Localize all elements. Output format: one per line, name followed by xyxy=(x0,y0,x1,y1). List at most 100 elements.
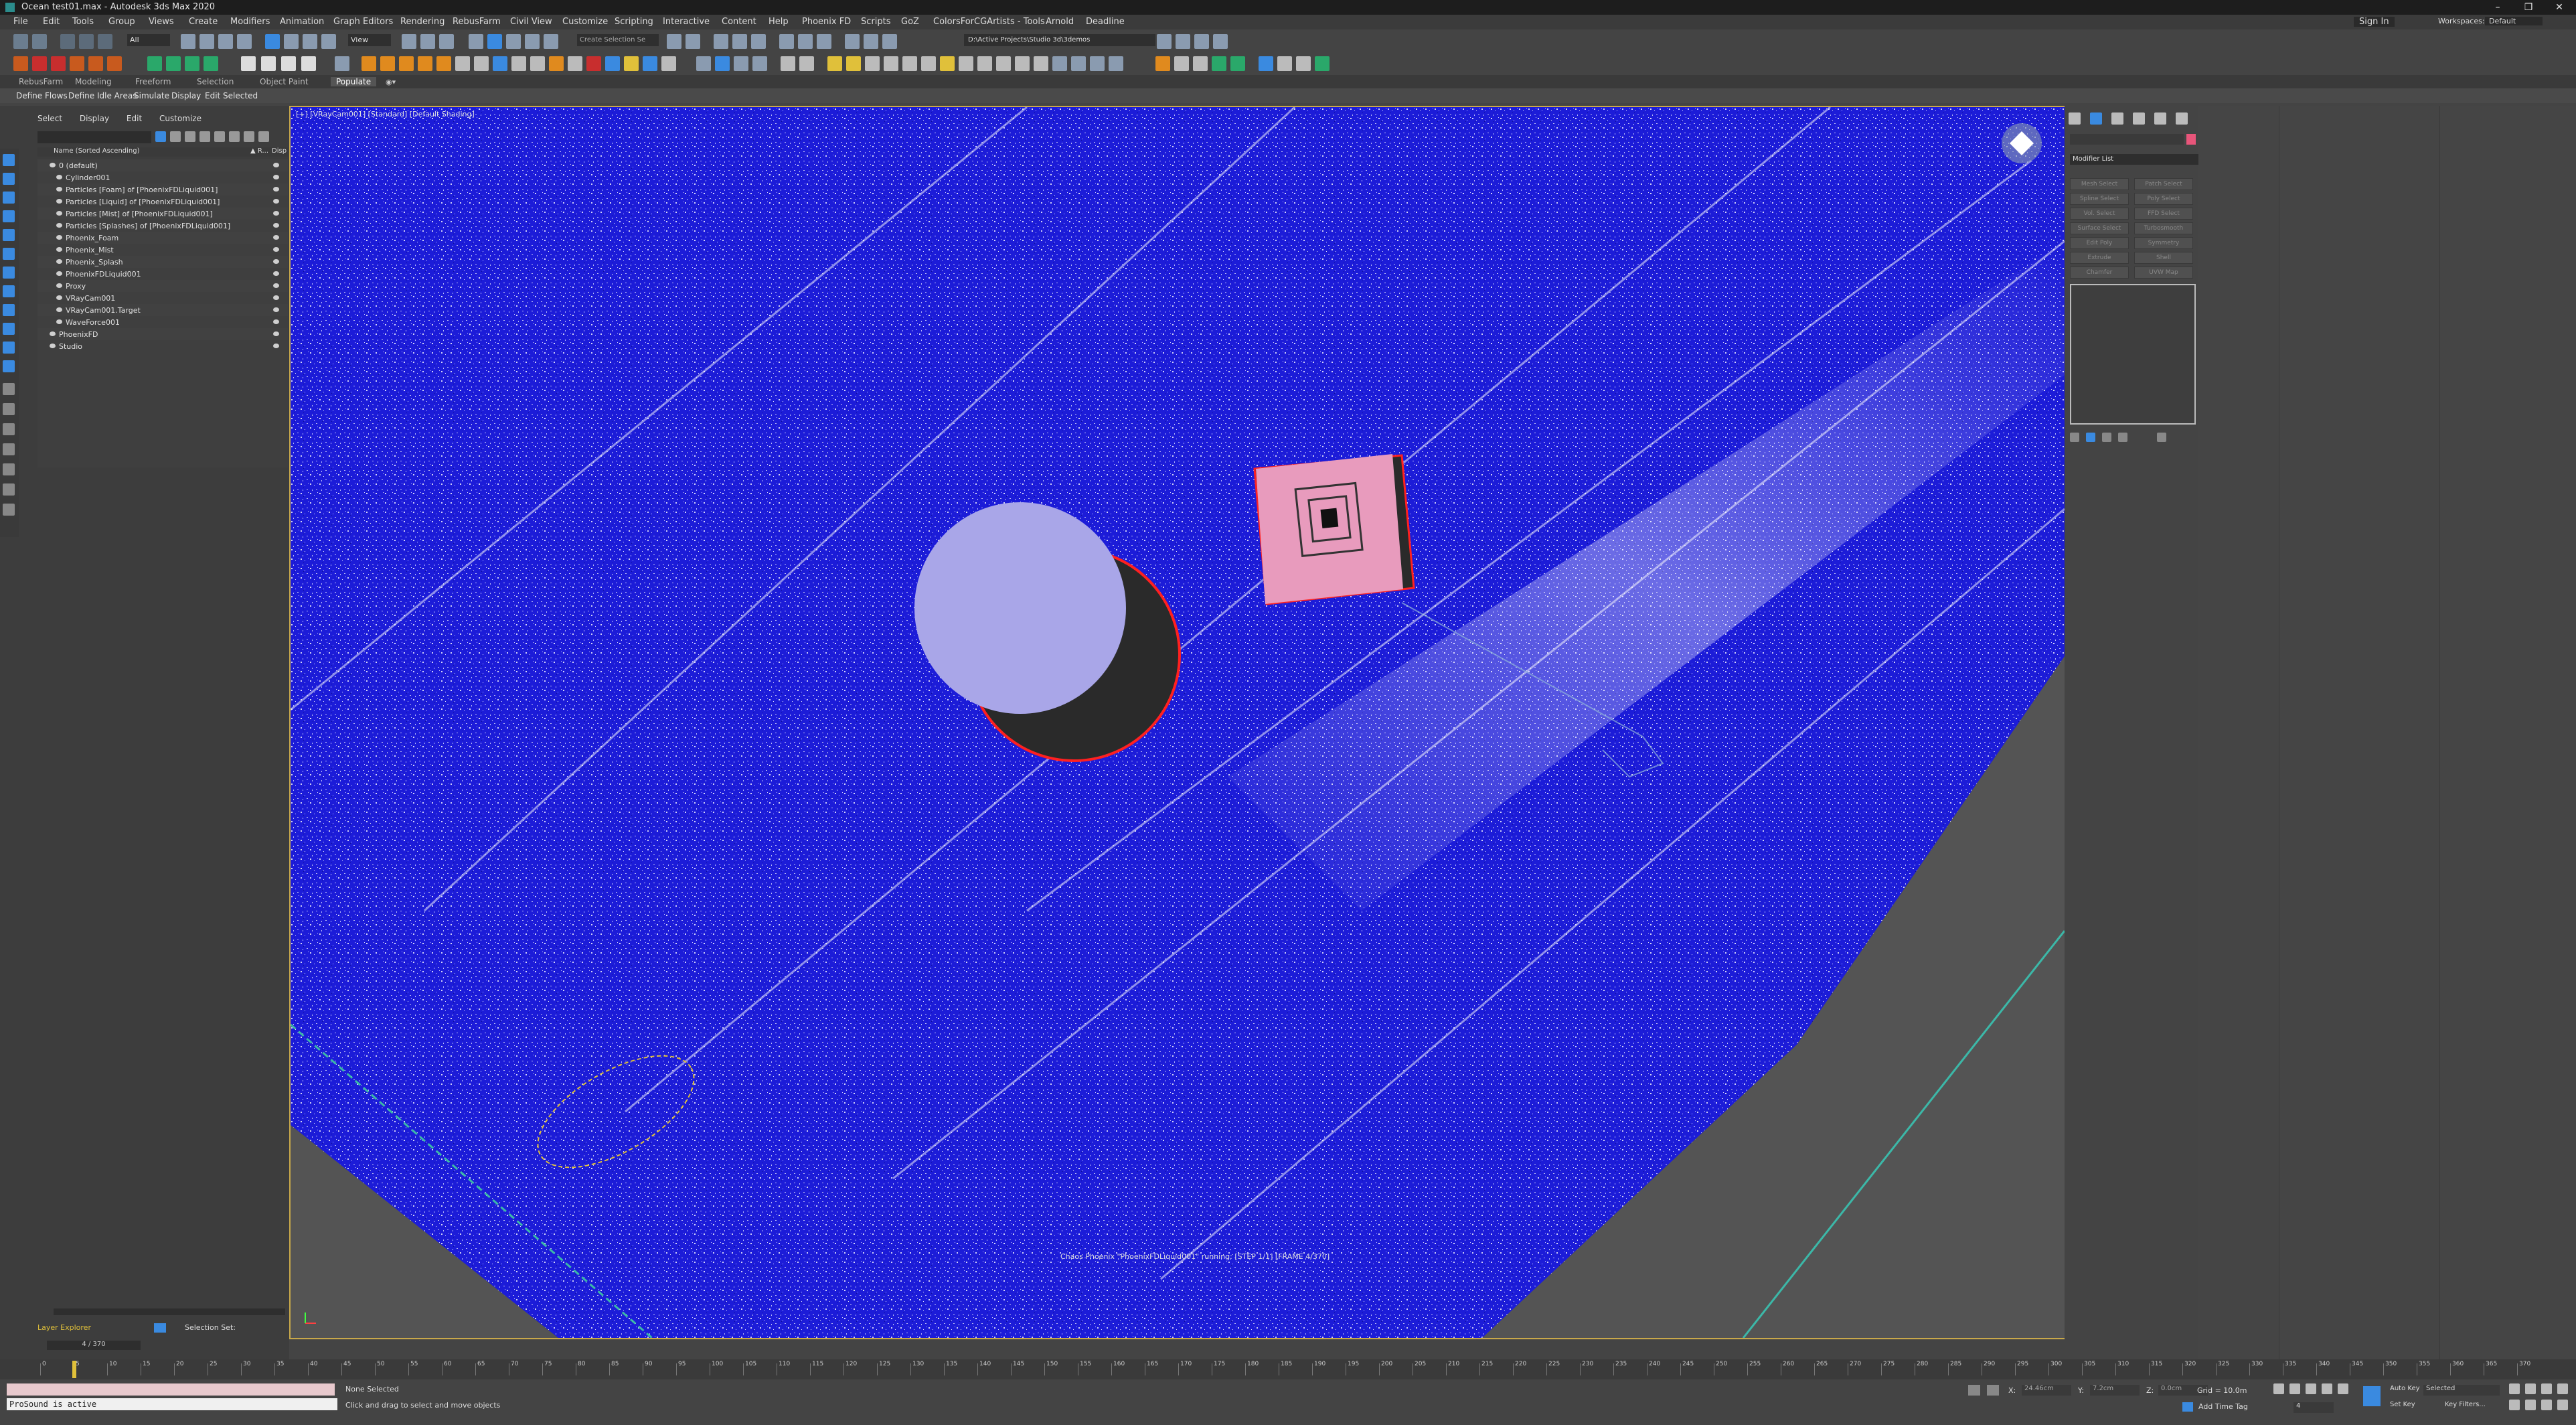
scene-list-item[interactable]: Particles [Foam] of [PhoenixFDLiquid001] xyxy=(37,183,288,196)
atmosphere-icon[interactable] xyxy=(996,56,1011,71)
add-time-tag-button[interactable]: Add Time Tag xyxy=(2198,1402,2248,1411)
layer-explorer-label[interactable]: Layer Explorer xyxy=(37,1323,91,1332)
reference-coord-dropdown[interactable]: View xyxy=(348,34,391,46)
visibility-eye-icon[interactable] xyxy=(56,259,62,264)
toggle-ribbon-icon[interactable] xyxy=(751,34,766,49)
viewport[interactable]: [+] [VRayCam001] [Standard] [Default Sha… xyxy=(289,106,2066,1339)
select-manipulate-icon[interactable] xyxy=(420,34,435,49)
scene-list-item[interactable]: Studio xyxy=(37,340,288,352)
splash-preset-icon[interactable] xyxy=(493,56,507,71)
link-icon[interactable] xyxy=(60,34,75,49)
maximize-button[interactable]: ❐ xyxy=(2513,0,2544,15)
create-tab-icon[interactable] xyxy=(2069,112,2081,125)
menu-goz[interactable]: GoZ xyxy=(901,17,919,27)
menu-views[interactable]: Views xyxy=(149,17,174,27)
geometry-icon[interactable] xyxy=(799,56,814,71)
angle-snap-icon[interactable] xyxy=(487,34,502,49)
zoom-all-icon[interactable] xyxy=(2525,1383,2536,1394)
sign-in-button[interactable]: Sign In xyxy=(2354,17,2395,27)
timeline[interactable]: 0 5 10 15 20 25 30 35 40 45 50 55 60 65 70 75 80 85 90 95 10… xyxy=(0,1359,2576,1379)
maximize-viewport-icon[interactable] xyxy=(2557,1400,2568,1410)
toggle-scene-explorer-icon[interactable] xyxy=(714,34,728,49)
selection-filter-dropdown[interactable]: All xyxy=(127,34,170,46)
hierarchy-tab-icon[interactable] xyxy=(2111,112,2123,125)
scale-icon[interactable] xyxy=(303,34,317,49)
show-end-result-icon[interactable] xyxy=(2086,433,2095,442)
sky-icon[interactable] xyxy=(959,56,973,71)
render-last-icon[interactable] xyxy=(1213,34,1228,49)
scene-list-item[interactable]: Phoenix_Foam xyxy=(37,232,288,244)
visibility-eye-icon[interactable] xyxy=(56,283,62,288)
spinner-snap-icon[interactable] xyxy=(525,34,540,49)
menu-create[interactable]: Create xyxy=(189,17,218,27)
display-toggle-icon[interactable] xyxy=(273,331,279,336)
display-containers-icon[interactable] xyxy=(3,383,15,395)
display-geometry-icon[interactable] xyxy=(3,210,15,222)
define-idle-areas-button[interactable]: Define Idle Areas xyxy=(68,91,137,100)
curve-editor-icon[interactable] xyxy=(779,34,794,49)
mini-frame-counter[interactable]: 4 / 370 xyxy=(47,1341,141,1350)
visibility-eye-icon[interactable] xyxy=(50,344,56,348)
boat-preset-icon[interactable] xyxy=(643,56,657,71)
display-toggle-icon[interactable] xyxy=(273,235,279,240)
absolute-mode-icon[interactable] xyxy=(1987,1385,1999,1396)
place-icon[interactable] xyxy=(321,34,336,49)
workspace-dropdown[interactable]: Default xyxy=(2485,17,2543,25)
display-helpers-icon[interactable] xyxy=(3,285,15,297)
phoenix-fire-icon[interactable] xyxy=(147,56,162,71)
project-folder-icon[interactable] xyxy=(1157,34,1172,49)
explosion-preset-icon[interactable] xyxy=(399,56,414,71)
menu-content[interactable]: Content xyxy=(722,17,756,27)
close-button[interactable]: ✕ xyxy=(2544,0,2575,15)
play-animation-icon[interactable] xyxy=(2306,1383,2316,1394)
display-bones-icon[interactable] xyxy=(3,360,15,372)
filter-geometry-icon[interactable] xyxy=(170,131,181,142)
pan-view-icon[interactable] xyxy=(2525,1400,2536,1410)
vray-mesh-icon[interactable] xyxy=(107,56,122,71)
menu-rebusfarm[interactable]: RebusFarm xyxy=(453,17,501,27)
filter-icon[interactable] xyxy=(155,131,166,142)
modifier-set-button[interactable]: Chamfer xyxy=(2070,267,2129,279)
menu-group[interactable]: Group xyxy=(108,17,135,27)
maxscript-listener[interactable]: ProSound is active xyxy=(7,1398,337,1410)
smoke-preset-icon[interactable] xyxy=(380,56,395,71)
project-folder-dropdown[interactable]: D:\Active Projects\Studio 3d\3demos xyxy=(964,34,1155,46)
phoenix-liquid-icon[interactable] xyxy=(166,56,181,71)
tab-populate[interactable]: Populate xyxy=(331,77,377,86)
rotate-icon[interactable] xyxy=(284,34,299,49)
menu-modifiers[interactable]: Modifiers xyxy=(230,17,270,27)
tape-icon[interactable] xyxy=(1015,56,1030,71)
deadline-submit-icon[interactable] xyxy=(1259,56,1273,71)
menu-phoenix-fd[interactable]: Phoenix FD xyxy=(802,17,851,27)
display-toggle-icon[interactable] xyxy=(273,199,279,204)
move-icon[interactable] xyxy=(265,34,280,49)
scene-list-item[interactable]: WaveForce001 xyxy=(37,316,288,328)
fog-icon[interactable] xyxy=(977,56,992,71)
cameras-icon[interactable] xyxy=(865,56,880,71)
scene-list-item[interactable]: Particles [Liquid] of [PhoenixFDLiquid00… xyxy=(37,196,288,208)
selection-set-input[interactable]: Create Selection Se xyxy=(577,34,659,46)
visibility-eye-icon[interactable] xyxy=(56,235,62,240)
zoom-extents-icon[interactable] xyxy=(2541,1383,2552,1394)
display-none-icon[interactable] xyxy=(3,154,15,166)
field-of-view-icon[interactable] xyxy=(2509,1400,2520,1410)
scene-list-item[interactable]: Particles [Mist] of [PhoenixFDLiquid001] xyxy=(37,208,288,220)
auto-key-button[interactable]: Auto Key xyxy=(2390,1385,2420,1392)
window-crossing-icon[interactable] xyxy=(237,34,252,49)
go-to-start-icon[interactable] xyxy=(2273,1383,2284,1394)
menu-deadline[interactable]: Deadline xyxy=(1086,17,1125,27)
measure-icon[interactable] xyxy=(1034,56,1048,71)
undo-icon[interactable] xyxy=(13,34,28,49)
menu-rendering[interactable]: Rendering xyxy=(400,17,445,27)
deadline-jobs-icon[interactable] xyxy=(1315,56,1330,71)
material-editor-icon[interactable] xyxy=(817,34,831,49)
vray-light-icon[interactable] xyxy=(32,56,47,71)
visibility-eye-icon[interactable] xyxy=(56,247,62,252)
modifier-set-button[interactable]: Mesh Select xyxy=(2070,178,2129,190)
vortex-preset-icon[interactable] xyxy=(549,56,564,71)
visibility-eye-icon[interactable] xyxy=(56,187,62,192)
menu-file[interactable]: File xyxy=(13,17,28,27)
spacewarps-icon[interactable] xyxy=(902,56,917,71)
edit-named-sets-icon[interactable] xyxy=(544,34,558,49)
sync-selection-icon[interactable] xyxy=(3,504,15,516)
